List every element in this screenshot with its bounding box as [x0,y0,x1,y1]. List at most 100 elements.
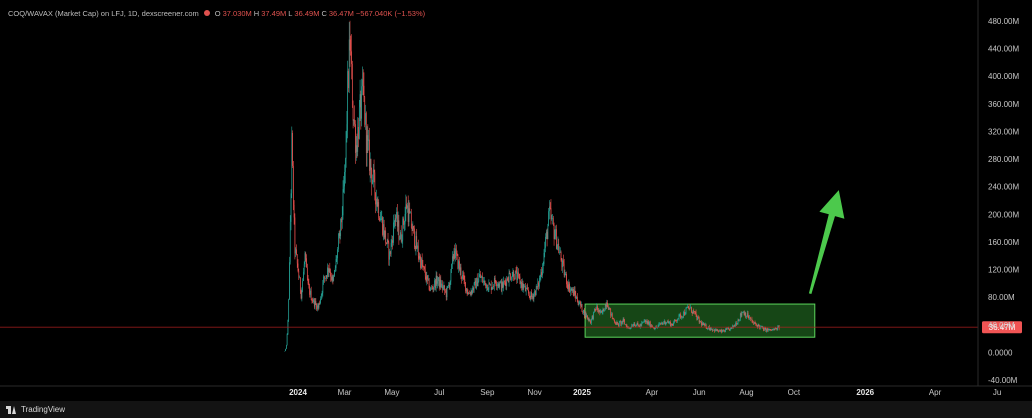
candle-body [705,324,707,329]
candle-body [464,279,466,283]
x-tick-label: Oct [788,388,801,397]
candle-body [586,315,588,317]
candle-body [594,308,595,312]
candle-body [774,328,775,331]
candle-body [417,245,419,257]
upward-arrow [808,190,845,294]
candle-body [345,131,347,159]
candle-body [348,71,349,89]
time-axis[interactable]: 2024 Mar May Jul Sep Nov 2025 Apr Jun Aug Oct 2026 A… [289,388,1001,397]
candle-body [380,218,382,220]
candle-body [747,313,749,318]
candle-body [596,306,598,310]
candle-body [514,270,516,280]
candle-body [309,286,310,295]
candle-body [515,270,517,272]
y-tick-label: 440.00M [988,45,1019,54]
candle-body [604,310,605,312]
candle-body [649,322,651,327]
candle-body [773,328,775,330]
candle-body [618,321,620,326]
candle-body [663,323,664,324]
candle-body [304,253,306,265]
candle-body [318,302,320,308]
candle-body [499,282,501,287]
candle-body [518,272,519,275]
candle-body [445,291,447,298]
candle-body [729,327,731,331]
candle-body [580,304,582,306]
candle-body [770,328,771,331]
candle-body [461,276,463,279]
candle-body [400,232,401,240]
candle-body [684,311,685,315]
candle-body [320,298,321,304]
candle-body [483,280,484,283]
candle-body [589,320,591,322]
candle-body [494,278,496,283]
candle-body [698,317,700,323]
low-label: L [288,8,293,18]
candle-body [402,218,404,241]
candle-body [490,284,492,290]
candle-body [334,267,336,270]
candle-body [311,300,313,301]
candle-body [743,311,744,313]
candle-body [541,272,543,276]
candle-body [573,288,574,296]
candle-body [693,310,695,312]
candle-body [389,251,390,260]
candle-body [571,289,573,292]
candle-body [619,321,621,323]
candle-body [501,282,503,291]
candle-body [383,224,384,235]
candle-body [469,293,471,295]
candle-body [305,253,307,259]
candle-body [425,276,427,282]
x-tick-label: Ju [993,388,1001,397]
candle-body [771,329,773,331]
candle-body [529,295,531,300]
candle-body [360,94,362,119]
candle-body [292,132,293,166]
candle-body [322,282,324,294]
candle-body [332,276,334,281]
candle-body [706,328,708,329]
candle-body [531,292,532,297]
candle-body [329,268,331,272]
price-axis[interactable]: 480.00M 440.00M 400.00M 360.00M 320.00M 280.0… [0,0,1032,387]
candle-body [358,107,360,139]
candle-body [312,300,314,303]
price-chart[interactable]: 36.47M 480.00M 440.00M 400.00M 360.00M 320.0… [0,0,1032,401]
candle-body [724,330,726,332]
candle-body [299,277,300,279]
candle-body [362,79,363,87]
candle-body [452,256,454,259]
candle-body [313,299,314,303]
candle-body [634,323,636,326]
candle-body [376,198,378,207]
candle-body [674,319,676,321]
tradingview-logo[interactable]: TradingView [6,405,65,414]
candle-body [424,269,426,277]
candle-body [721,330,723,333]
candle-body [703,323,705,326]
x-tick-label: 2024 [289,388,307,397]
candle-body [429,289,431,291]
candle-body [672,325,674,326]
candle-body [299,277,301,291]
candle-body [635,325,637,326]
candle-body [684,313,686,315]
candle-body [754,322,756,324]
x-tick-label: 2026 [856,388,874,397]
candle-body [570,289,572,290]
candle-body [671,323,673,326]
candle-body [317,305,319,308]
candle-body [339,233,341,237]
candle-body [720,330,722,331]
candle-body [676,320,678,321]
candle-body [581,304,583,312]
candle-body [491,287,493,290]
candle-body [289,221,291,263]
candle-body [482,276,484,283]
